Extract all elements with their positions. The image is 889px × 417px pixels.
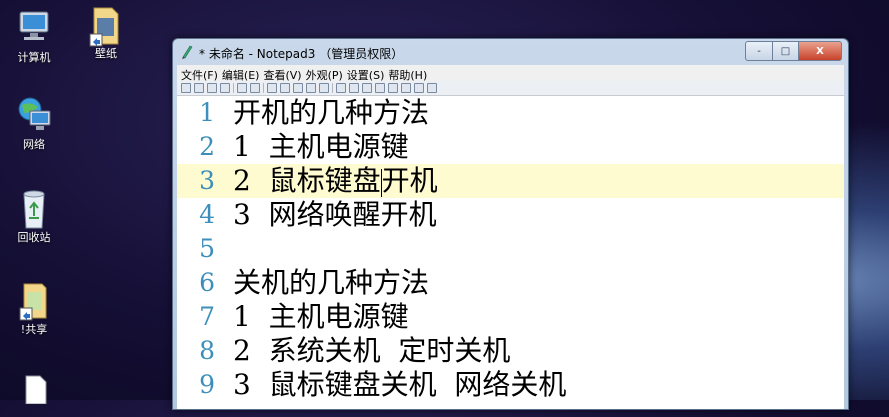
menu-edit[interactable]: 编辑(E) [222,65,264,82]
menu-settings[interactable]: 设置(S) [347,65,389,82]
line-number: 2 [199,132,215,161]
save-file-icon[interactable] [207,83,217,93]
new-file-icon[interactable] [181,83,191,93]
line-text: 2 鼠标键盘开机 [233,164,438,198]
line-number: 7 [199,302,215,331]
text-editor[interactable]: 1 开机的几种方法 2 1 主机电源键 3 2 鼠标键盘开机 4 3 网络唤醒开… [177,96,844,409]
desktop-icon-wallpaper[interactable]: 壁纸 [76,4,136,60]
zoom-in-icon[interactable] [349,83,359,93]
desktop-icon-label: 壁纸 [95,47,117,60]
line-number: 1 [199,98,215,127]
window-title: * 未命名 - Notepad3 （管理员权限） [199,47,404,61]
toolbar-separator [263,83,264,93]
editor-line: 1 开机的几种方法 [177,96,844,130]
desktop-icon-network[interactable]: 网络 [4,95,64,151]
toolbar [177,81,844,96]
toolbar-separator [233,83,234,93]
desktop-icon-document[interactable] [4,374,64,417]
line-number: 9 [199,370,215,399]
menu-appearance[interactable]: 外观(P) [306,65,347,82]
line-text: 关机的几种方法 [233,266,430,299]
desktop-icon-label: 网络 [23,138,45,151]
line-text: 3 网络唤醒开机 [233,198,437,231]
menu-view[interactable]: 查看(V) [263,65,305,82]
settings-icon[interactable] [388,83,398,93]
add-favorite-icon[interactable] [414,83,424,93]
minimize-icon: - [757,45,761,57]
desktop-icon-recycle-bin[interactable]: 回收站 [4,188,64,244]
maximize-button[interactable]: □ [773,41,799,61]
line-text: 2 系统关机 定时关机 [233,334,511,367]
paste-icon[interactable] [293,83,303,93]
line-number: 5 [199,234,215,263]
line-text: 开机的几种方法 [233,96,430,129]
current-editor-line: 3 2 鼠标键盘开机 [177,164,844,198]
undo-icon[interactable] [237,83,247,93]
minimize-button[interactable]: - [745,41,773,61]
network-icon [14,95,54,135]
line-text: 3 鼠标键盘关机 网络关机 [233,368,567,401]
editor-line: 2 1 主机电源键 [177,130,844,164]
line-number: 6 [199,268,215,297]
desktop-icon-label: !共享 [20,323,48,336]
editor-line: 4 3 网络唤醒开机 [177,198,844,232]
desktop-icon-label: 计算机 [17,51,51,64]
line-number: 8 [199,336,215,365]
replace-icon[interactable] [319,83,329,93]
desktop-icon-computer[interactable]: 计算机 [4,8,64,64]
notepad3-app-icon[interactable] [180,44,194,59]
find-icon[interactable] [306,83,316,93]
editor-line: 8 2 系统关机 定时关机 [177,334,844,368]
title-bar[interactable]: * 未命名 - Notepad3 （管理员权限） - □ X [173,39,848,65]
shared-folder-icon [14,280,54,321]
window-controls: - □ X [745,41,842,61]
toolbar-separator [332,83,333,93]
line-text-before-caret: 2 鼠标键盘 [233,164,381,197]
menu-bar: 文件(F) 编辑(E) 查看(V) 外观(P) 设置(S) 帮助(H) [177,65,844,82]
desktop-icon-label: 回收站 [17,231,51,244]
close-button[interactable]: X [799,41,842,61]
redo-icon[interactable] [250,83,260,93]
editor-line: 9 3 鼠标键盘关机 网络关机 [177,368,844,402]
recycle-bin-icon [14,188,54,229]
line-number: 4 [199,200,215,229]
menu-help[interactable]: 帮助(H) [388,65,431,82]
maximize-icon: □ [780,45,791,57]
desktop-icon-shared[interactable]: !共享 [4,280,64,336]
open-file-icon[interactable] [194,83,204,93]
zoom-out-icon[interactable] [362,83,372,93]
word-wrap-icon[interactable] [336,83,346,93]
line-text: 1 主机电源键 [233,130,409,163]
save-as-icon[interactable] [220,83,230,93]
editor-line: 7 1 主机电源键 [177,300,844,334]
computer-icon [14,8,54,48]
menu-file[interactable]: 文件(F) [181,65,222,82]
close-icon: X [816,45,824,57]
cut-icon[interactable] [267,83,277,93]
folder-icon [86,4,126,47]
line-number: 3 [199,166,215,195]
document-icon [14,374,54,414]
always-on-top-icon[interactable] [427,83,437,93]
notepad3-window[interactable]: * 未命名 - Notepad3 （管理员权限） - □ X 文件(F) 编辑(… [172,38,849,410]
copy-icon[interactable] [280,83,290,93]
line-text-after-caret: 开机 [381,164,438,197]
scheme-icon[interactable] [375,83,385,93]
line-text: 1 主机电源键 [233,300,409,333]
favorites-icon[interactable] [401,83,411,93]
editor-line: 6 关机的几种方法 [177,266,844,300]
editor-line: 5 [177,232,844,266]
